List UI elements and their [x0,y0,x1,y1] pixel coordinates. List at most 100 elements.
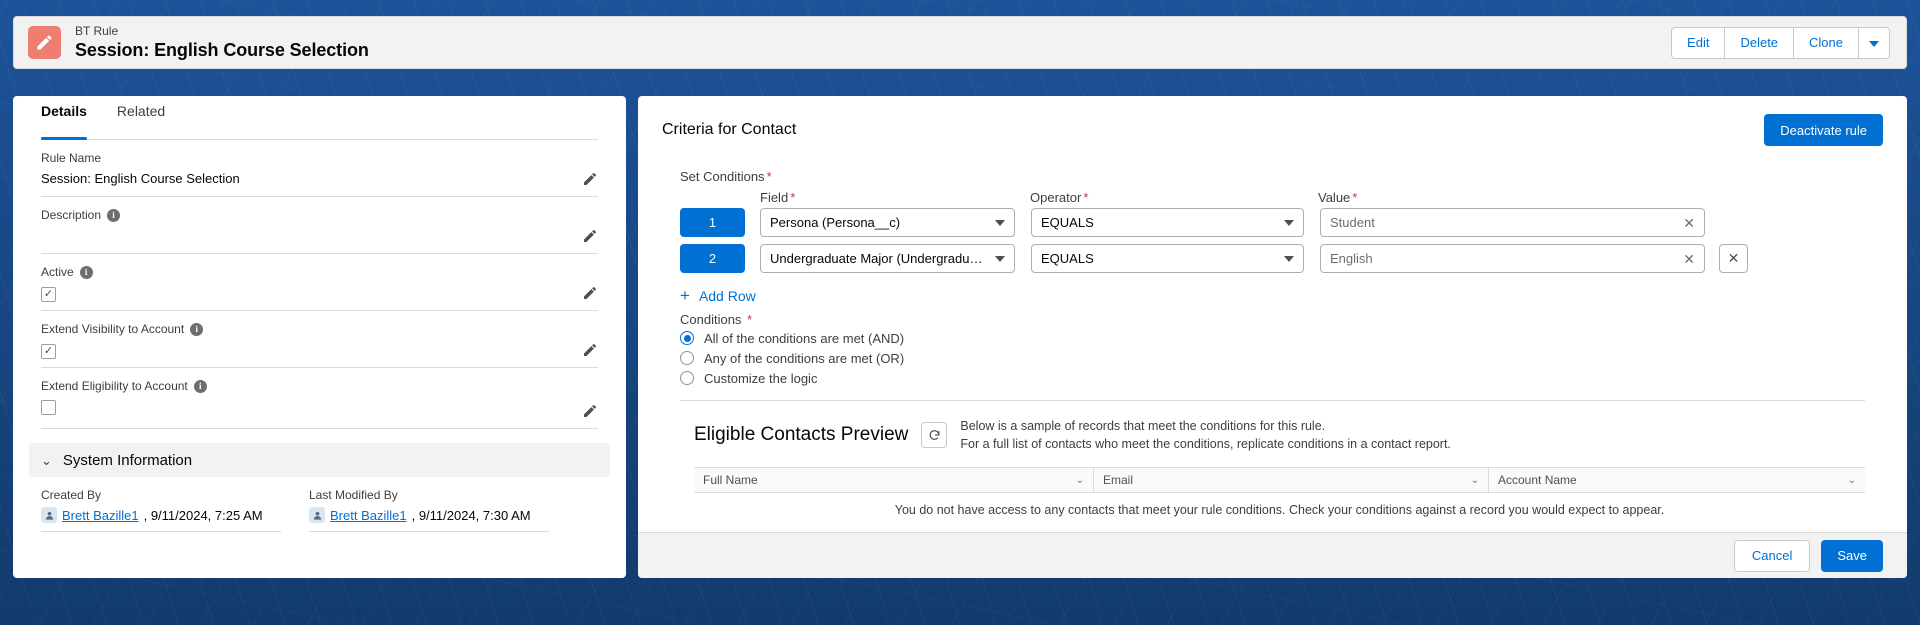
radio-option-all-and[interactable]: All of the conditions are met (AND) [680,328,1883,348]
radio-option-any-or[interactable]: Any of the conditions are met (OR) [680,348,1883,368]
edit-pencil-icon[interactable] [582,285,598,301]
required-asterisk: * [790,190,796,205]
column-header-account-name[interactable]: Account Name ⌄ [1489,468,1865,492]
page-title: Session: English Course Selection [75,39,369,60]
chevron-down-icon [995,219,1005,226]
criteria-header: Criteria for Contact Deactivate rule [662,114,1883,146]
active-checkbox[interactable] [41,287,56,302]
radio-icon [680,351,694,365]
label-text: Operator [1030,190,1082,205]
info-icon[interactable]: i [190,322,204,336]
field-label: Extend Eligibility to Account i [41,378,598,394]
required-asterisk: * [766,169,772,184]
column-header-operator: Operator * [1030,190,1318,205]
criteria-column-headers: Field * Operator * Value * [680,190,1883,205]
cancel-button[interactable]: Cancel [1733,539,1811,572]
label-text: Extend Eligibility to Account [41,379,188,393]
label-text: Value [1318,190,1351,205]
edit-pencil-icon[interactable] [582,342,598,358]
chevron-down-icon [995,255,1005,262]
remove-condition-row-button[interactable]: ✕ [1719,244,1748,273]
condition-row: 1 Persona (Persona__c) EQUALS Student ✕ [680,208,1883,237]
info-icon[interactable]: i [193,379,207,393]
criteria-title: Criteria for Contact [662,121,797,138]
value-input-text: English [1330,251,1373,266]
add-row-button[interactable]: + Add Row [680,287,756,304]
set-conditions-label: Set Conditions * [680,169,1883,184]
radio-icon [680,371,694,385]
chevron-down-icon [1284,255,1294,262]
required-asterisk: * [1352,190,1358,205]
column-header-field: Field * [760,190,1030,205]
avatar [309,507,325,523]
condition-number-badge[interactable]: 2 [680,244,745,273]
record-type-label: BT Rule [75,24,119,39]
radio-label: Any of the conditions are met (OR) [704,350,905,366]
column-header-full-name[interactable]: Full Name ⌄ [694,468,1094,493]
extend-visibility-checkbox[interactable] [41,344,56,359]
deactivate-rule-button[interactable]: Deactivate rule [1764,114,1883,146]
created-by-field: Created By Brett Bazille1 , 9/11/2024, 7… [41,488,281,532]
clone-button[interactable]: Clone [1793,26,1859,59]
condition-row: 2 Undergraduate Major (Undergraduate... … [680,244,1883,273]
field-description: Description i [41,197,598,254]
chevron-down-icon: ⌄ [1470,474,1479,486]
chevron-down-icon: ⌄ [1847,474,1856,486]
clear-value-icon[interactable]: ✕ [1683,216,1695,230]
chevron-down-icon [1869,41,1879,47]
tab-related[interactable]: Related [117,103,181,139]
operator-select[interactable]: EQUALS [1031,208,1304,237]
tab-details[interactable]: Details [41,103,103,140]
info-icon[interactable]: i [79,265,93,279]
field-value [41,283,598,303]
system-information-section-header[interactable]: ⌄ System Information [29,443,610,477]
radio-label: Customize the logic [704,370,818,386]
field-select[interactable]: Persona (Persona__c) [760,208,1015,237]
label-text: Field [760,190,789,205]
edit-pencil-icon[interactable] [582,171,598,187]
radio-option-customize-logic[interactable]: Customize the logic [680,368,1883,388]
field-select[interactable]: Undergraduate Major (Undergraduate... [760,244,1015,273]
edit-button[interactable]: Edit [1671,26,1726,59]
field-label: Created By [41,488,102,502]
label-text: Conditions [680,312,742,327]
details-panel: Details Related Rule Name Session: Engli… [13,96,626,578]
eligible-contacts-preview-header: Eligible Contacts Preview Below is a sam… [694,417,1883,453]
chevron-down-icon [1284,219,1294,226]
created-by-user-link[interactable]: Brett Bazille1 [62,508,139,523]
field-value [41,340,598,360]
value-input[interactable]: English ✕ [1320,244,1705,273]
label-text: Active [41,265,74,279]
column-header-email[interactable]: Email ⌄ [1094,468,1489,493]
operator-select[interactable]: EQUALS [1031,244,1304,273]
field-value [41,397,598,421]
edit-pencil-icon[interactable] [582,403,598,419]
more-actions-button[interactable] [1858,26,1890,59]
preview-line-1: Below is a sample of records that meet t… [960,419,1326,433]
clear-value-icon[interactable]: ✕ [1683,252,1695,266]
label-text: Set Conditions [680,169,765,184]
delete-button[interactable]: Delete [1724,26,1795,59]
extend-eligibility-checkbox[interactable] [41,400,56,415]
field-label: Description i [41,207,598,223]
eligible-contacts-table: Full Name ⌄ Email ⌄ Account Name ⌄ You d… [694,467,1865,517]
field-select-value: Undergraduate Major (Undergraduate... [770,251,995,266]
label-text: Account Name [1498,473,1577,488]
field-label: Last Modified By [309,488,398,502]
avatar [41,507,57,523]
value-input[interactable]: Student ✕ [1320,208,1705,237]
info-icon[interactable]: i [107,208,121,222]
last-modified-by-user-link[interactable]: Brett Bazille1 [330,508,407,523]
field-select-value: Persona (Persona__c) [770,215,901,230]
operator-select-value: EQUALS [1041,215,1094,230]
header-text-block: BT Rule Session: English Course Selectio… [75,24,369,60]
field-label: Active i [41,264,598,280]
refresh-icon[interactable] [921,422,948,449]
edit-pencil-icon[interactable] [582,228,598,244]
save-button[interactable]: Save [1821,539,1883,572]
condition-number-badge[interactable]: 1 [680,208,745,237]
section-title: System Information [62,451,193,469]
criteria-panel: Criteria for Contact Deactivate rule Set… [638,96,1907,578]
table-header-row: Full Name ⌄ Email ⌄ Account Name ⌄ [694,467,1865,494]
field-value: Brett Bazille1 , 9/11/2024, 7:25 AM [41,507,281,532]
